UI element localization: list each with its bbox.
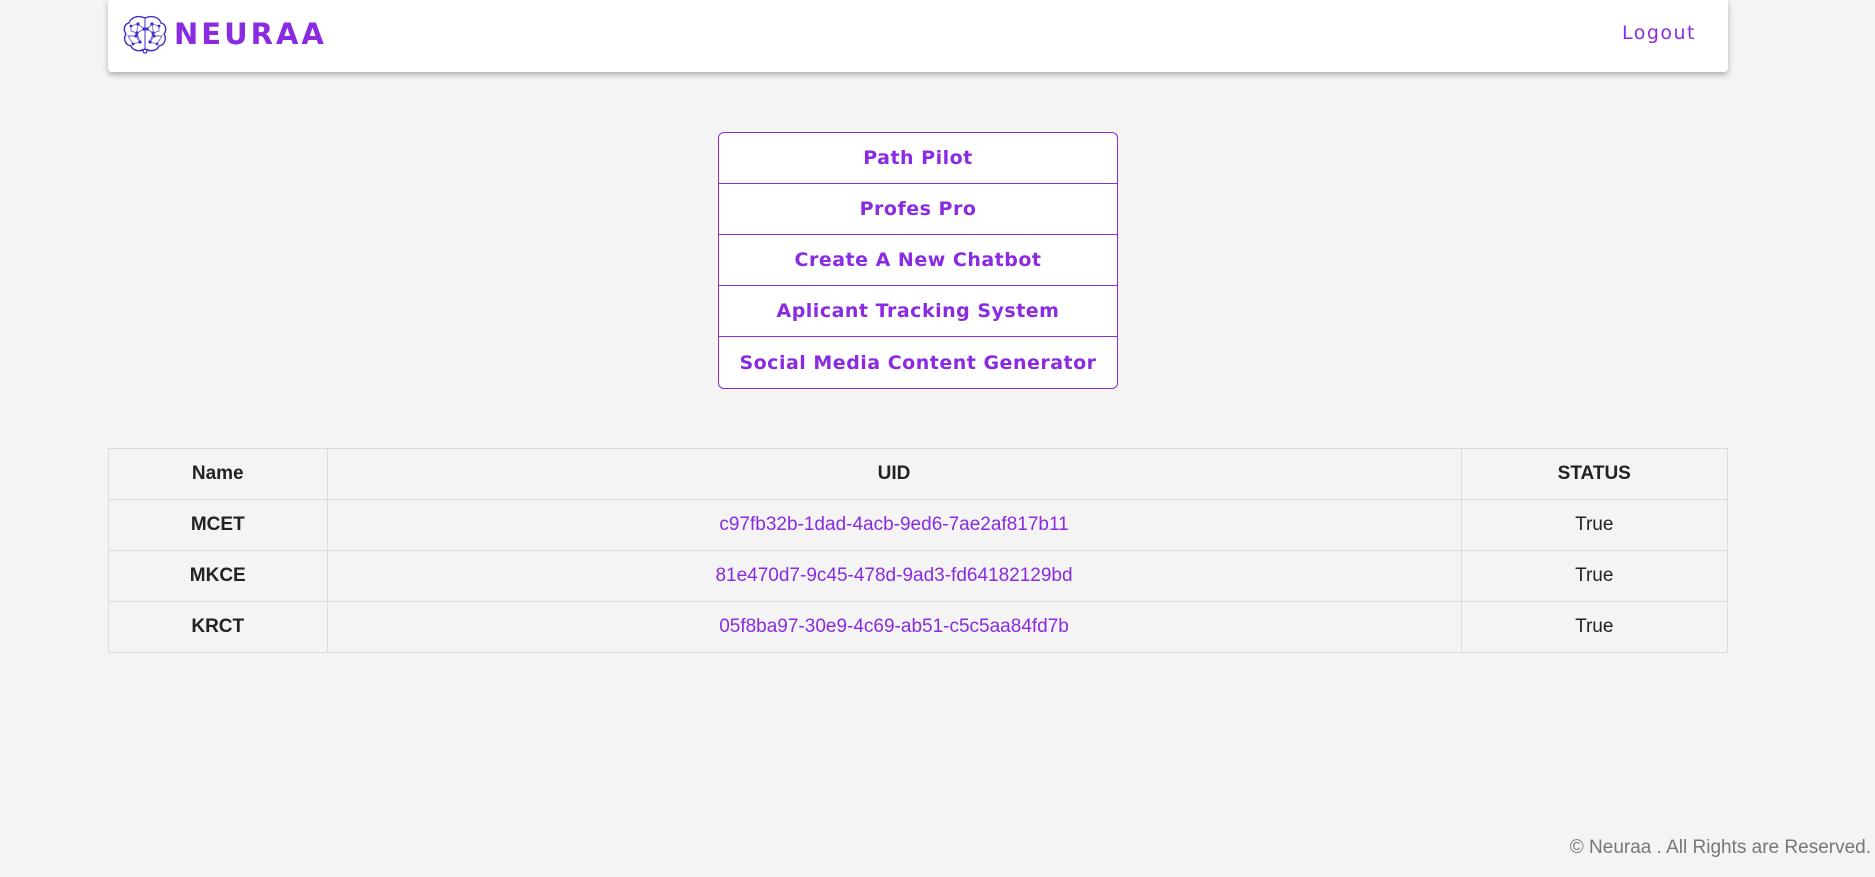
top-navbar: NEURAA Logout	[108, 0, 1728, 72]
table-row: KRCT 05f8ba97-30e9-4c69-ab51-c5c5aa84fd7…	[108, 601, 1729, 653]
column-header-status: STATUS	[1460, 448, 1729, 500]
footer-copyright: © Neuraa . All Rights are Reserved.	[1569, 837, 1871, 858]
app-menu: Path Pilot Profes Pro Create A New Chatb…	[718, 132, 1118, 389]
row-name: MKCE	[108, 550, 328, 602]
table-row: MKCE 81e470d7-9c45-478d-9ad3-fd64182129b…	[108, 550, 1729, 602]
brand-name: NEURAA	[174, 17, 327, 51]
row-uid[interactable]: c97fb32b-1dad-4acb-9ed6-7ae2af817b11	[326, 499, 1462, 551]
row-status: True	[1460, 499, 1729, 551]
row-name: KRCT	[108, 601, 328, 653]
column-header-name: Name	[108, 448, 328, 500]
row-status: True	[1460, 550, 1729, 602]
menu-item-applicant-tracking[interactable]: Aplicant Tracking System	[719, 286, 1117, 337]
row-status: True	[1460, 601, 1729, 653]
row-name: MCET	[108, 499, 328, 551]
menu-item-create-chatbot[interactable]: Create A New Chatbot	[719, 235, 1117, 286]
column-header-uid: UID	[326, 448, 1462, 500]
menu-item-social-media-generator[interactable]: Social Media Content Generator	[719, 337, 1117, 388]
menu-item-profes-pro[interactable]: Profes Pro	[719, 184, 1117, 235]
logout-link[interactable]: Logout	[1622, 22, 1696, 44]
row-uid[interactable]: 81e470d7-9c45-478d-9ad3-fd64182129bd	[326, 550, 1462, 602]
brain-icon	[122, 14, 168, 54]
table-row: MCET c97fb32b-1dad-4acb-9ed6-7ae2af817b1…	[108, 499, 1729, 551]
brand-logo[interactable]: NEURAA	[122, 12, 327, 56]
table-header-row: Name UID STATUS	[108, 448, 1729, 500]
row-uid[interactable]: 05f8ba97-30e9-4c69-ab51-c5c5aa84fd7b	[326, 601, 1462, 653]
chatbot-table: Name UID STATUS MCET c97fb32b-1dad-4acb-…	[108, 448, 1729, 653]
menu-item-path-pilot[interactable]: Path Pilot	[719, 133, 1117, 184]
